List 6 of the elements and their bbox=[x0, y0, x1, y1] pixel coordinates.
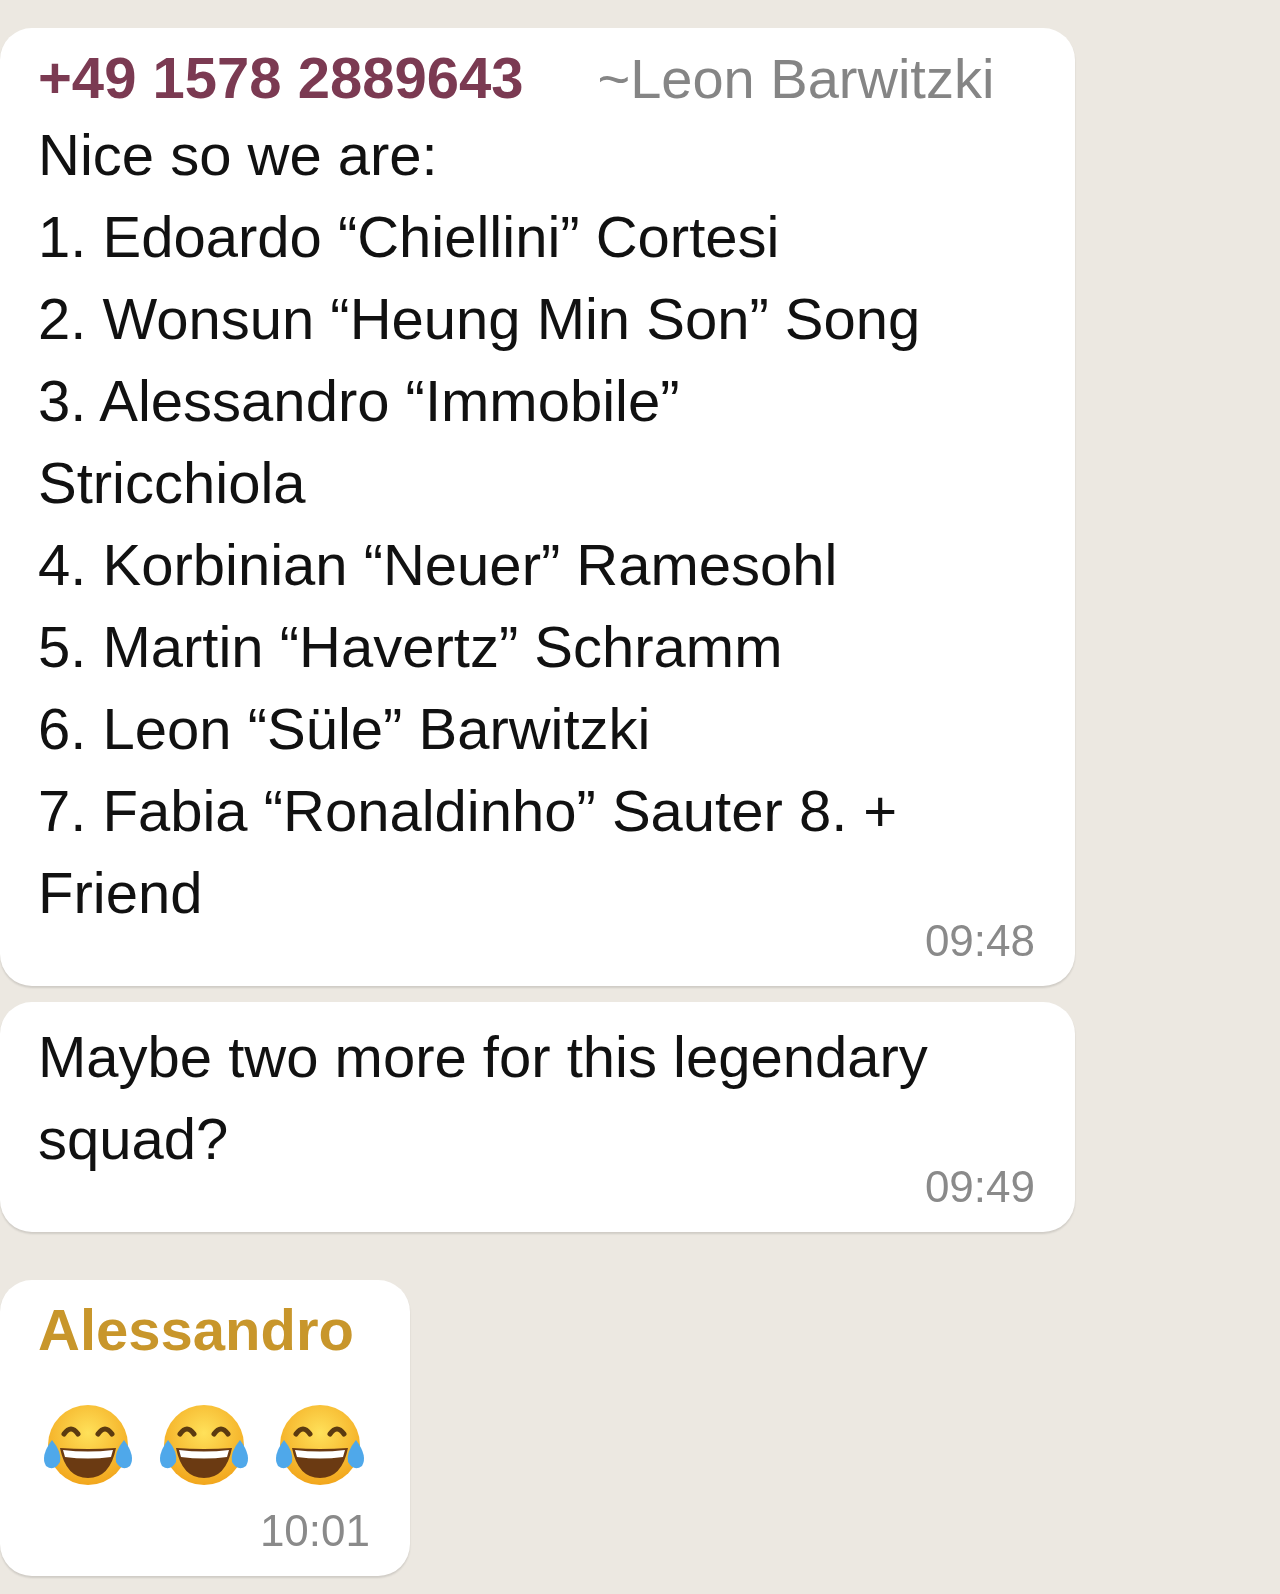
sender-name: +49 1578 2889643 bbox=[38, 44, 524, 112]
message-time: 09:48 bbox=[924, 918, 1035, 964]
sender-push-name: ~Leon Barwitzki bbox=[597, 46, 995, 111]
message-text: Nice so we are: 1. Edoardo “Chiellini” Cortesi 2. Wonsun “Heung Min Son” Song 3. Alessandro “Immobile” Stricchiola 4. Korbinian “Neuer” Ramesohl 5. Martin “Havertz” Schramm 6. Leon “Süle” Barwitzki 7. Fabia “Ronaldinho” Sauter 8. + Friend bbox=[38, 121, 921, 927]
sender-name: Alessandro bbox=[38, 1296, 354, 1364]
message-time: 10:01 bbox=[259, 1508, 370, 1554]
